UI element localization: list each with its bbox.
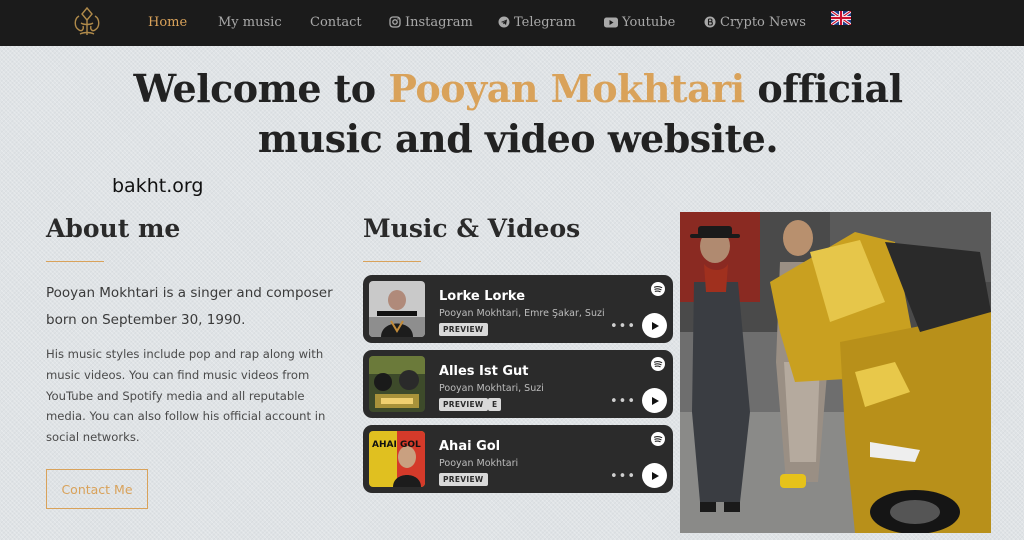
about-body: His music styles include pop and rap alo… — [46, 347, 326, 445]
artist-photo — [680, 212, 991, 533]
track-title[interactable]: Alles Ist Gut — [439, 364, 529, 379]
brand-logo-icon[interactable] — [70, 5, 104, 39]
hero-name: Pooyan Mokhtari — [388, 66, 745, 111]
track-title[interactable]: Lorke Lorke — [439, 289, 525, 304]
track-artists[interactable]: Pooyan Mokhtari, Emre Şakar, Suzi — [439, 308, 605, 319]
preview-badge: PREVIEW — [439, 398, 488, 411]
hero-title: Welcome to Pooyan Mokhtari official musi… — [100, 64, 936, 164]
nav-my-music[interactable]: My music — [218, 12, 282, 32]
play-button[interactable] — [642, 463, 667, 488]
play-icon — [651, 396, 659, 405]
hero-suffix: official — [757, 66, 903, 111]
track-card[interactable]: AHAI GOL Ahai Gol Pooyan Mokhtari PREVIE… — [363, 425, 673, 493]
about-lead: Pooyan Mokhtari is a singer and composer… — [46, 285, 333, 328]
music-title: Music & Videos — [363, 214, 581, 243]
instagram-icon — [389, 16, 401, 28]
nav-my-music-label: My music — [218, 14, 282, 30]
spotify-icon[interactable] — [651, 432, 665, 446]
nav-crypto-news[interactable]: Crypto News — [704, 12, 806, 32]
nav-contact-label: Contact — [310, 14, 362, 30]
nav-youtube[interactable]: Youtube — [604, 12, 675, 32]
track-card[interactable]: Alles Ist Gut Pooyan Mokhtari, Suzi PREV… — [363, 350, 673, 418]
track-artists[interactable]: Pooyan Mokhtari, Suzi — [439, 383, 544, 394]
hero-prefix: Welcome to — [133, 66, 376, 111]
play-icon — [651, 471, 659, 480]
about-divider — [46, 261, 104, 262]
more-options-icon[interactable]: ••• — [610, 394, 636, 409]
nav-telegram-label: Telegram — [514, 14, 576, 30]
more-options-icon[interactable]: ••• — [610, 469, 636, 484]
hero-line2: music and video website. — [257, 116, 779, 161]
uk-flag-icon[interactable] — [831, 11, 851, 25]
preview-badge: PREVIEW — [439, 323, 488, 336]
track-cover-art[interactable] — [369, 356, 425, 412]
about-title: About me — [46, 214, 181, 243]
spotify-icon[interactable] — [651, 357, 665, 371]
bitcoin-icon — [704, 16, 716, 28]
play-button[interactable] — [642, 313, 667, 338]
nav-crypto-news-label: Crypto News — [720, 14, 806, 30]
nav-instagram-label: Instagram — [405, 14, 473, 30]
track-card[interactable]: Lorke Lorke Pooyan Mokhtari, Emre Şakar,… — [363, 275, 673, 343]
play-icon — [651, 321, 659, 330]
track-artists[interactable]: Pooyan Mokhtari — [439, 458, 518, 469]
spotify-icon[interactable] — [651, 282, 665, 296]
nav-home-label: Home — [148, 14, 188, 30]
music-divider — [363, 261, 421, 262]
track-cover-art[interactable]: AHAI GOL — [369, 431, 425, 487]
more-options-icon[interactable]: ••• — [610, 319, 636, 334]
watermark-text: bakht.org — [112, 175, 204, 197]
telegram-icon — [498, 16, 510, 28]
nav-home[interactable]: Home — [148, 12, 187, 32]
explicit-badge: E — [488, 398, 502, 411]
play-button[interactable] — [642, 388, 667, 413]
nav-instagram[interactable]: Instagram — [389, 12, 473, 32]
cover-text: AHAI GOL — [372, 440, 421, 450]
preview-badge: PREVIEW — [439, 473, 488, 486]
youtube-icon — [604, 17, 618, 27]
nav-contact[interactable]: Contact — [310, 12, 362, 32]
track-title[interactable]: Ahai Gol — [439, 439, 500, 454]
contact-me-button[interactable]: Contact Me — [46, 469, 148, 509]
nav-youtube-label: Youtube — [622, 14, 676, 30]
track-cover-art[interactable] — [369, 281, 425, 337]
nav-telegram[interactable]: Telegram — [498, 12, 576, 32]
top-navbar: Home My music Contact Instagram Telegram… — [0, 0, 1024, 46]
